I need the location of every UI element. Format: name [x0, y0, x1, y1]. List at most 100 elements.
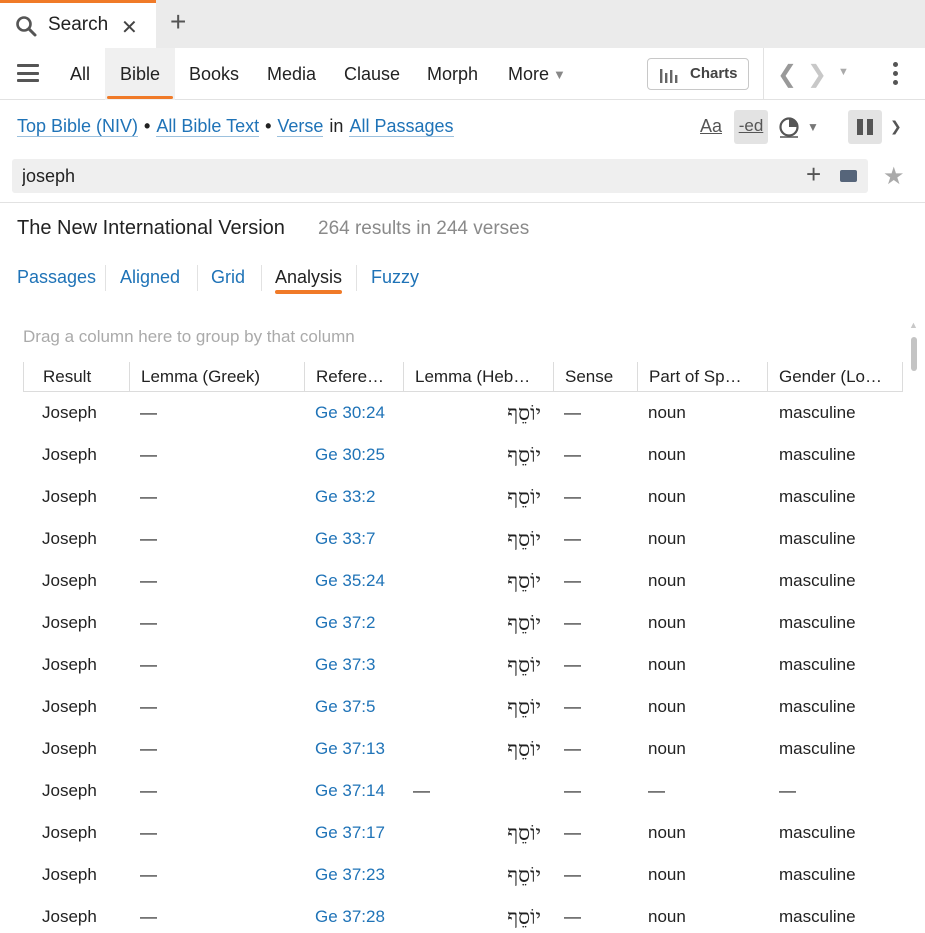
cell-lemma-hebrew: יוֹסֵף [507, 485, 541, 509]
nav-all[interactable]: All [62, 48, 98, 100]
cell-part-of-speech: noun [648, 613, 686, 632]
cell-reference[interactable]: Ge 30:25 [315, 434, 385, 476]
column-header-gender[interactable]: Gender (Lo… [767, 362, 903, 392]
group-by-drop-zone[interactable]: Drag a column here to group by that colu… [23, 327, 355, 347]
cell-sense: — [564, 487, 581, 506]
cell-part-of-speech: noun [648, 529, 686, 548]
add-plus-icon[interactable]: + [806, 159, 821, 190]
cell-gender: masculine [779, 739, 856, 758]
column-header-part-of-speech[interactable]: Part of Sp… [637, 362, 767, 392]
cell-reference[interactable]: Ge 37:14 [315, 770, 385, 812]
nav-label: Clause [344, 64, 401, 84]
cell-reference[interactable]: Ge 37:28 [315, 896, 385, 933]
keyboard-icon[interactable] [840, 170, 857, 182]
subtab-fuzzy[interactable]: Fuzzy [371, 267, 419, 288]
back-arrow-icon[interactable]: ❮ [777, 60, 797, 89]
tab-search[interactable]: Search ✕ [0, 0, 156, 48]
cell-reference[interactable]: Ge 33:7 [315, 518, 376, 560]
cell-sense: — [564, 529, 581, 548]
column-header-lemma-hebrew[interactable]: Lemma (Heb… [403, 362, 553, 392]
forward-arrow-icon[interactable]: ❯ [807, 60, 827, 89]
cell-lemma-greek: — [140, 529, 157, 548]
cell-lemma-hebrew: יוֹסֵף [507, 821, 541, 845]
more-options-icon[interactable] [893, 62, 899, 88]
nav-morph[interactable]: Morph [419, 48, 486, 100]
cell-lemma-greek: — [140, 403, 157, 422]
table-row[interactable]: Joseph — Ge 37:17 יוֹסֵף — noun masculine [23, 812, 903, 854]
column-header-sense[interactable]: Sense [553, 362, 637, 392]
close-icon[interactable]: ✕ [121, 15, 138, 40]
cell-sense: — [564, 739, 581, 758]
range-selector-link[interactable]: All Passages [349, 116, 454, 137]
cell-reference[interactable]: Ge 35:24 [315, 560, 385, 602]
cell-gender: masculine [779, 907, 856, 926]
visual-filter-icon[interactable] [778, 116, 800, 138]
cell-reference[interactable]: Ge 37:13 [315, 728, 385, 770]
table-row[interactable]: Joseph — Ge 30:24 יוֹסֵף — noun masculine [23, 392, 903, 434]
cell-reference[interactable]: Ge 30:24 [315, 392, 385, 434]
cell-lemma-hebrew: יוֹסֵף [507, 737, 541, 761]
nav-label: Bible [119, 64, 161, 84]
text-selector-link[interactable]: All Bible Text [156, 116, 260, 137]
cell-part-of-speech: noun [648, 445, 686, 464]
inflections-toggle-button[interactable]: -ed [734, 110, 768, 144]
bible-selector-link[interactable]: Top Bible (NIV) [17, 116, 139, 137]
cell-lemma-hebrew: יוֹסֵף [507, 569, 541, 593]
history-dropdown-icon[interactable]: ▼ [838, 66, 849, 78]
cell-lemma-greek: — [140, 865, 157, 884]
cell-reference[interactable]: Ge 37:2 [315, 602, 376, 644]
table-row[interactable]: Joseph — Ge 37:5 יוֹסֵף — noun masculine [23, 686, 903, 728]
column-header-reference[interactable]: Refere… [304, 362, 403, 392]
cell-sense: — [564, 655, 581, 674]
cell-part-of-speech: noun [648, 823, 686, 842]
cell-lemma-hebrew: יוֹסֵף [507, 527, 541, 551]
cell-part-of-speech: — [648, 781, 665, 800]
subtab-passages[interactable]: Passages [17, 267, 96, 288]
chevron-down-icon[interactable]: ❯ [890, 118, 902, 135]
search-input[interactable] [22, 162, 782, 190]
subtab-aligned[interactable]: Aligned [120, 267, 180, 288]
table-row[interactable]: Joseph — Ge 37:3 יוֹסֵף — noun masculine [23, 644, 903, 686]
table-row[interactable]: Joseph — Ge 33:7 יוֹסֵף — noun masculine [23, 518, 903, 560]
cell-part-of-speech: noun [648, 739, 686, 758]
table-row[interactable]: Joseph — Ge 37:2 יוֹסֵף — noun masculine [23, 602, 903, 644]
table-row[interactable]: Joseph — Ge 35:24 יוֹסֵף — noun masculine [23, 560, 903, 602]
column-header-result[interactable]: Result [23, 362, 129, 392]
subtab-analysis[interactable]: Analysis [275, 267, 342, 288]
charts-button[interactable]: Charts [647, 58, 749, 90]
font-size-button[interactable]: Aa [700, 116, 722, 137]
subtab-grid[interactable]: Grid [211, 267, 245, 288]
scroll-up-arrow-icon[interactable]: ▲ [909, 320, 918, 330]
table-row[interactable]: Joseph — Ge 37:23 יוֹסֵף — noun masculine [23, 854, 903, 896]
table-row[interactable]: Joseph — Ge 37:28 יוֹסֵף — noun masculine [23, 896, 903, 933]
unit-selector-link[interactable]: Verse [277, 116, 324, 137]
cell-reference[interactable]: Ge 37:3 [315, 644, 376, 686]
table-row[interactable]: Joseph — Ge 37:14 — — — — [23, 770, 903, 812]
cell-lemma-greek: — [140, 697, 157, 716]
star-icon[interactable]: ★ [883, 162, 905, 191]
hamburger-menu-icon[interactable] [17, 64, 39, 82]
cell-result: Joseph [42, 487, 97, 506]
analysis-table: Result Lemma (Greek) Refere… Lemma (Heb…… [23, 362, 903, 933]
nav-bible[interactable]: Bible [105, 48, 175, 100]
table-row[interactable]: Joseph — Ge 30:25 יוֹסֵף — noun masculine [23, 434, 903, 476]
nav-more[interactable]: More ▼ [500, 48, 574, 100]
cell-reference[interactable]: Ge 37:17 [315, 812, 385, 854]
cell-reference[interactable]: Ge 33:2 [315, 476, 376, 518]
nav-clause[interactable]: Clause [336, 48, 408, 100]
nav-label: Media [267, 64, 317, 84]
table-row[interactable]: Joseph — Ge 37:13 יוֹסֵף — noun masculine [23, 728, 903, 770]
cell-lemma-greek: — [140, 445, 157, 464]
nav-media[interactable]: Media [259, 48, 324, 100]
cell-reference[interactable]: Ge 37:23 [315, 854, 385, 896]
scrollbar-thumb[interactable] [911, 337, 917, 371]
table-row[interactable]: Joseph — Ge 33:2 יוֹסֵף — noun masculine [23, 476, 903, 518]
layout-columns-button[interactable] [848, 110, 882, 144]
cell-reference[interactable]: Ge 37:5 [315, 686, 376, 728]
nav-books[interactable]: Books [181, 48, 247, 100]
cell-gender: masculine [779, 823, 856, 842]
new-tab-plus-icon[interactable]: + [170, 6, 186, 38]
separator-dot: • [144, 116, 151, 136]
column-header-lemma-greek[interactable]: Lemma (Greek) [129, 362, 304, 392]
chevron-down-icon[interactable]: ▼ [807, 120, 819, 134]
